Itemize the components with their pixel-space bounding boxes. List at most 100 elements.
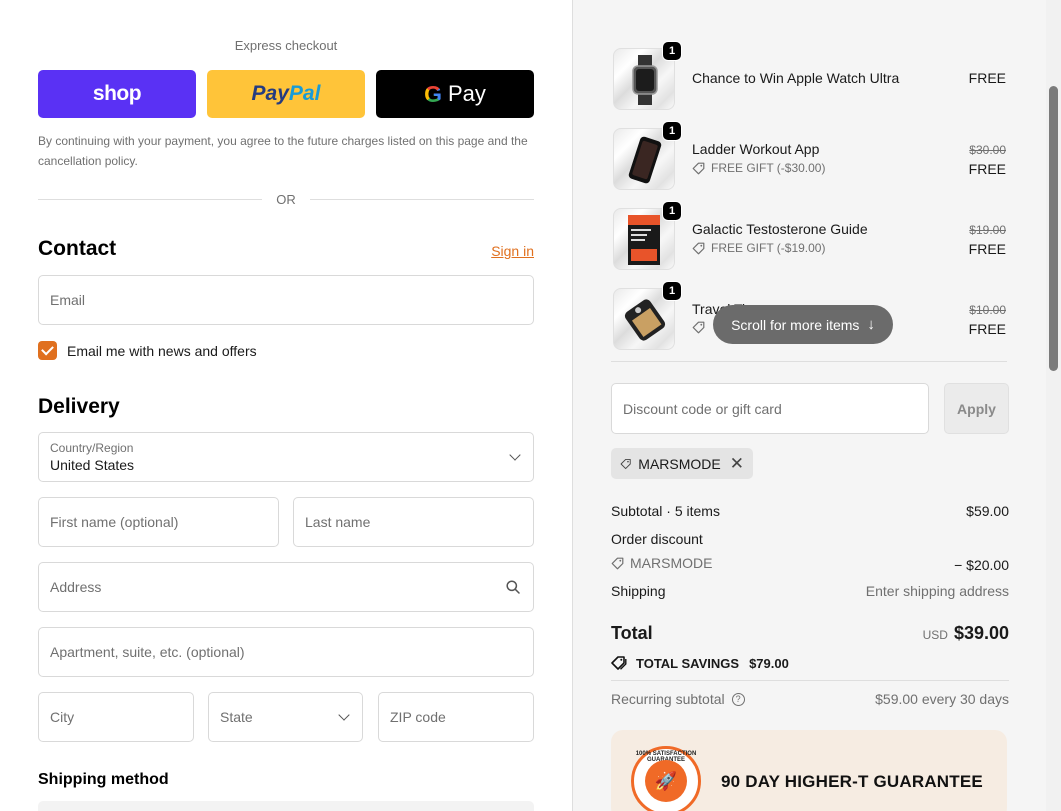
currency-code: USD [922, 628, 948, 642]
item-name: Ladder Workout App [692, 141, 820, 157]
sign-in-link[interactable]: Sign in [480, 243, 534, 259]
news-offers-label: Email me with news and offers [67, 343, 257, 359]
summary-divider [611, 680, 1009, 681]
zip-field[interactable]: ZIP code [378, 692, 534, 742]
remove-discount-icon[interactable]: ✕ [730, 454, 744, 474]
gift-note-text: FREE GIFT (-$30.00) [711, 161, 826, 175]
discount-code-input[interactable]: Discount code or gift card [611, 383, 929, 434]
first-name-field[interactable]: First name (optional) [38, 497, 279, 547]
news-offers-checkbox[interactable] [38, 341, 57, 360]
help-icon[interactable]: ? [731, 692, 745, 706]
subtotal-value: $59.00 [966, 503, 1009, 519]
tag-icon [692, 321, 705, 334]
first-name-placeholder: First name (optional) [50, 514, 179, 530]
arrow-down-icon: ↓ [867, 316, 875, 333]
recurring-row: Recurring subtotal ? $59.00 every 30 day… [611, 691, 1009, 707]
order-discount-row: Order discount [611, 531, 1009, 547]
item-original-price: $19.00 [969, 223, 1006, 237]
shipping-method-box [38, 801, 534, 811]
apartment-placeholder: Apartment, suite, etc. (optional) [50, 644, 245, 660]
state-placeholder: State [220, 709, 253, 725]
guarantee-title: 90 DAY HIGHER-T GUARANTEE [721, 772, 983, 791]
scroll-hint-label: Scroll for more items [731, 316, 860, 333]
total-label: Total [611, 623, 653, 643]
item-original-price: $10.00 [969, 303, 1006, 317]
paypal-logo-part2: Pal [288, 82, 321, 105]
guarantee-banner: 100% SATISFACTION GUARANTEE 🚀 90 DAY HIG… [611, 730, 1007, 811]
shop-pay-logo: shop [92, 82, 142, 105]
item-price: FREE [968, 70, 1006, 86]
page-scrollbar[interactable] [1046, 0, 1061, 811]
total-amount: USD $39.00 [923, 623, 1009, 644]
email-field[interactable]: Email [38, 275, 534, 325]
list-item: 1 Galactic Testosterone Guide FREE GIFT … [611, 200, 1007, 270]
savings-value: $79.00 [749, 655, 789, 671]
zip-placeholder: ZIP code [390, 709, 446, 725]
item-original-price: $30.00 [969, 143, 1006, 157]
discount-code-name: MARSMODE [630, 555, 713, 571]
satisfaction-badge: 100% SATISFACTION GUARANTEE 🚀 [631, 746, 701, 811]
total-value: $39.00 [953, 623, 1009, 643]
item-price: FREE [968, 321, 1006, 337]
shop-pay-button[interactable]: shop [38, 70, 196, 118]
tag-icon [620, 458, 631, 469]
address-field[interactable]: Address [38, 562, 534, 612]
state-select[interactable]: State [208, 692, 363, 742]
item-name: Chance to Win Apple Watch Ultra [692, 70, 900, 86]
contact-title: Contact [38, 237, 117, 260]
shipping-row: Shipping Enter shipping address [611, 583, 1009, 599]
discount-value: − $20.00 [954, 556, 1009, 573]
delivery-title: Delivery [38, 395, 120, 418]
savings-label: TOTAL SAVINGS [636, 655, 740, 671]
recurring-label: Recurring subtotal [611, 691, 725, 707]
recurring-value: $59.00 every 30 days [875, 691, 1009, 707]
subtotal-row: Subtotal · 5 items $59.00 [611, 503, 1009, 519]
tag-icon [611, 557, 624, 569]
google-pay-button[interactable]: G Pay [376, 70, 534, 118]
checkout-form-panel: Express checkout shop Pay Pal G Pay By co… [0, 0, 572, 811]
paypal-button[interactable]: Pay Pal [207, 70, 365, 118]
country-select[interactable]: Country/Region United States [38, 432, 534, 482]
tag-icon [692, 162, 705, 174]
item-price: FREE [968, 241, 1006, 257]
city-field[interactable]: City [38, 692, 194, 742]
order-discount-label: Order discount [611, 531, 703, 547]
list-item: 1 Ladder Workout App FREE GIFT (-$30.00)… [611, 120, 1007, 190]
shipping-label: Shipping [611, 583, 666, 599]
discount-placeholder: Discount code or gift card [623, 400, 782, 417]
quantity-badge: 1 [662, 201, 682, 221]
applied-discount-chip: MARSMODE ✕ [611, 448, 753, 479]
item-gift-note [692, 321, 711, 334]
tags-icon [611, 656, 627, 670]
total-row: Total USD $39.00 [611, 623, 1009, 644]
apply-discount-button[interactable]: Apply [944, 383, 1009, 434]
last-name-field[interactable]: Last name [293, 497, 534, 547]
search-icon[interactable] [506, 580, 520, 594]
list-item: 1 Chance to Win Apple Watch Ultra FREE [611, 40, 1007, 110]
country-label: Country/Region [50, 440, 134, 455]
consent-text: By continuing with your payment, you agr… [38, 134, 528, 168]
subtotal-label: Subtotal · 5 items [611, 503, 720, 519]
order-summary-panel: 1 Chance to Win Apple Watch Ultra FREE 1… [572, 0, 1046, 811]
chevron-down-icon [509, 449, 521, 461]
express-checkout-label: Express checkout [234, 38, 338, 53]
address-placeholder: Address [50, 579, 102, 595]
email-placeholder: Email [50, 292, 86, 308]
apartment-field[interactable]: Apartment, suite, etc. (optional) [38, 627, 534, 677]
tag-icon [692, 242, 705, 254]
city-placeholder: City [50, 709, 75, 725]
gift-note-text: FREE GIFT (-$19.00) [711, 241, 826, 255]
google-g-icon: G [424, 80, 442, 107]
google-pay-label: Pay [447, 81, 486, 106]
scroll-for-more-button[interactable]: Scroll for more items ↓ [713, 305, 893, 344]
divider-line [38, 198, 263, 200]
page-scrollbar-thumb[interactable] [1049, 86, 1058, 371]
chevron-down-icon [338, 709, 350, 721]
item-name: Galactic Testosterone Guide [692, 221, 868, 237]
discount-code-row: MARSMODE − $20.00 [611, 555, 1009, 573]
paypal-logo-part1: Pay [251, 82, 289, 105]
discount-code-label: MARSMODE [611, 555, 712, 571]
applied-code-text: MARSMODE [638, 455, 721, 472]
rocket-icon: 🚀 [645, 760, 687, 802]
or-label: OR [276, 191, 296, 207]
